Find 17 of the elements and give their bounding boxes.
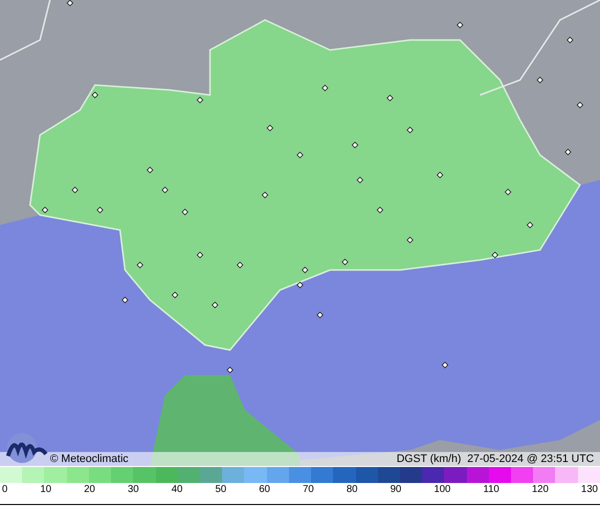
- legend-tick-label: 70: [302, 485, 314, 497]
- legend-tick-label: 30: [128, 485, 139, 497]
- legend-tick-label: 130: [581, 485, 598, 497]
- legend-tick-label: 10: [40, 485, 52, 497]
- caption-text: DGST (km/h) 27-05-2024 @ 23:51 UTC: [396, 454, 594, 465]
- legend-tick-label: 50: [215, 485, 226, 497]
- legend-tick-label: 80: [346, 485, 358, 497]
- legend-tick-label: 90: [390, 485, 402, 497]
- legend-tick-label: 110: [483, 485, 500, 497]
- logo-icon: [4, 432, 48, 464]
- legend-tick-label: 0: [2, 485, 8, 497]
- credit-text: © Meteoclimatic: [50, 454, 128, 465]
- legend-tick-label: 40: [171, 485, 183, 497]
- legend-tick-label: 120: [532, 485, 549, 497]
- legend-tick-label: 100: [434, 485, 451, 497]
- legend-tick-label: 60: [258, 485, 270, 497]
- legend-tick-label: 20: [84, 485, 96, 497]
